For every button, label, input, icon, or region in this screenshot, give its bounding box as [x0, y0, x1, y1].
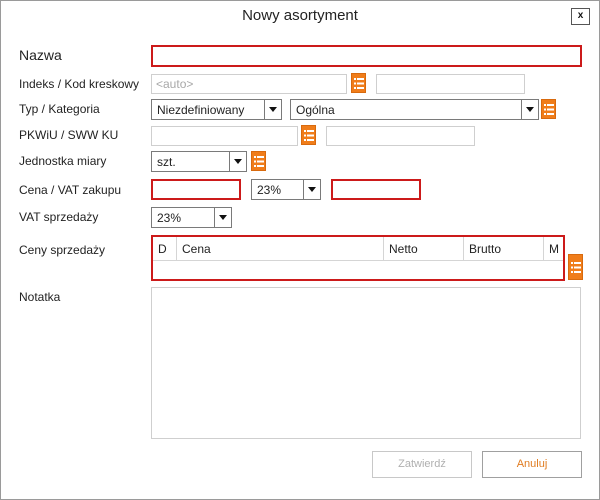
purchase-price-input[interactable] — [151, 179, 241, 200]
unit-label: Jednostka miary — [19, 154, 107, 168]
purchase-gross-input[interactable] — [331, 179, 421, 200]
cancel-button[interactable]: Anuluj — [482, 451, 582, 478]
list-icon — [571, 262, 581, 273]
index-input[interactable] — [151, 74, 347, 94]
unit-list-button[interactable] — [251, 151, 266, 171]
sales-vat-value: 23% — [157, 211, 182, 225]
chevron-down-icon — [264, 100, 281, 119]
list-icon — [304, 130, 314, 141]
chevron-down-icon — [521, 100, 538, 119]
list-icon — [254, 156, 264, 167]
pkwiu-list-button[interactable] — [301, 125, 316, 145]
index-list-button[interactable] — [351, 73, 366, 93]
purchase-vat-value: 23% — [257, 183, 282, 197]
column-header-m[interactable]: M — [544, 237, 563, 261]
chevron-down-icon — [303, 180, 320, 199]
column-header-d[interactable]: D — [153, 237, 177, 261]
sales-vat-select[interactable]: 23% — [151, 207, 232, 228]
pkwiu-input[interactable] — [151, 126, 298, 146]
chevron-down-icon — [214, 208, 231, 227]
category-list-button[interactable] — [541, 99, 556, 119]
chevron-down-icon — [229, 152, 246, 171]
close-button[interactable]: x — [571, 8, 590, 25]
prices-grid-header: D Cena Netto Brutto M — [153, 237, 563, 261]
note-label: Notatka — [19, 290, 61, 304]
sales-vat-label: VAT sprzedaży — [19, 210, 99, 224]
prices-grid[interactable]: D Cena Netto Brutto M — [151, 235, 565, 281]
category-select[interactable]: Ogólna — [290, 99, 539, 120]
column-header-net[interactable]: Netto — [384, 237, 464, 261]
column-header-price[interactable]: Cena — [177, 237, 384, 261]
dialog-window: Nowy asortyment x Nazwa Indeks / Kod kre… — [0, 0, 600, 500]
prices-list-button[interactable] — [568, 254, 583, 280]
confirm-button[interactable]: Zatwierdź — [372, 451, 472, 478]
type-label: Typ / Kategoria — [19, 102, 100, 116]
window-title: Nowy asortyment — [242, 7, 358, 24]
name-input[interactable] — [151, 45, 582, 67]
title-bar: Nowy asortyment x — [1, 1, 599, 32]
column-header-gross[interactable]: Brutto — [464, 237, 544, 261]
purchase-vat-select[interactable]: 23% — [251, 179, 321, 200]
unit-select[interactable]: szt. — [151, 151, 247, 172]
list-icon — [354, 78, 364, 89]
index-label: Indeks / Kod kreskowy — [19, 77, 140, 91]
barcode-input[interactable] — [376, 74, 525, 94]
list-icon — [544, 104, 554, 115]
prices-label: Ceny sprzedaży — [19, 243, 106, 257]
purchase-label: Cena / VAT zakupu — [19, 183, 122, 197]
name-label: Nazwa — [19, 47, 62, 63]
unit-select-value: szt. — [157, 155, 176, 169]
type-select-value: Niezdefiniowany — [157, 103, 245, 117]
pkwiu-label: PKWiU / SWW KU — [19, 128, 119, 142]
pkwiu-extra-input[interactable] — [326, 126, 475, 146]
close-icon: x — [577, 10, 584, 21]
type-select[interactable]: Niezdefiniowany — [151, 99, 282, 120]
category-select-value: Ogólna — [296, 103, 335, 117]
note-textarea[interactable] — [151, 287, 581, 439]
